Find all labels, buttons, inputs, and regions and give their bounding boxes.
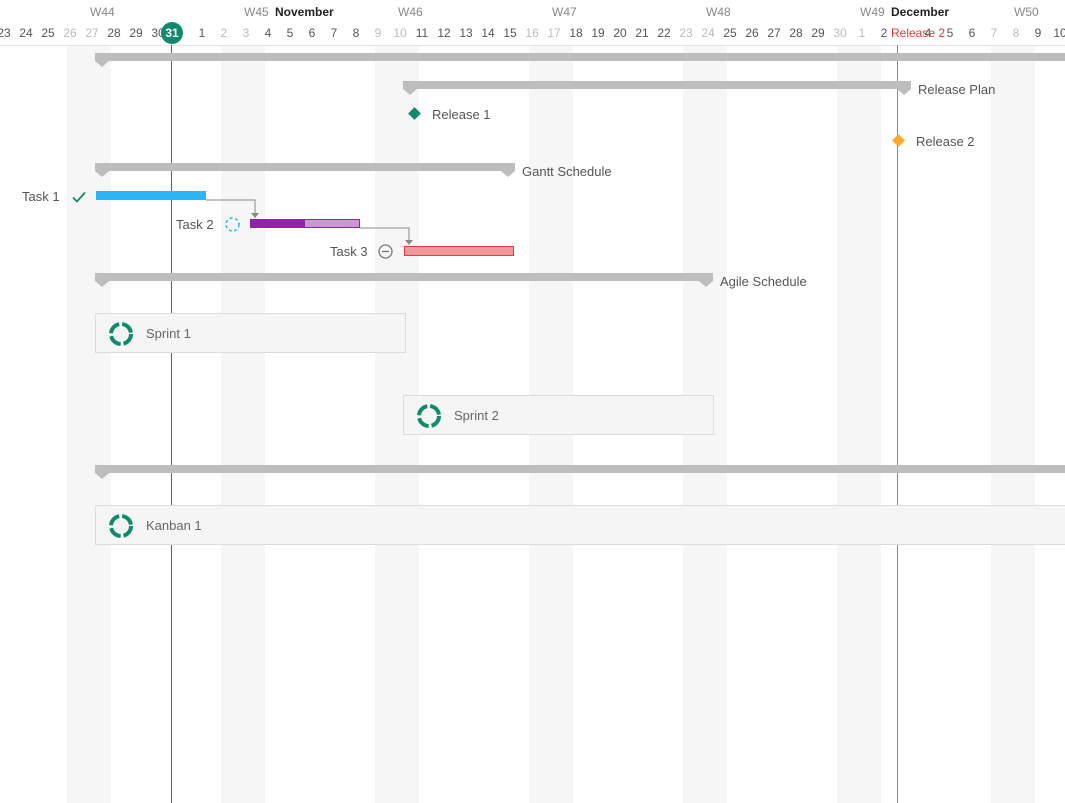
task3-label: Task 3 — [330, 244, 368, 259]
day-label: 7 — [990, 26, 998, 40]
day-label: 9 — [1034, 26, 1042, 40]
today-marker[interactable]: 31 — [161, 22, 183, 44]
week-label: W48 — [706, 5, 731, 19]
day-label: 8 — [1012, 26, 1020, 40]
day-label: 29 — [811, 26, 825, 40]
day-label: 26 — [745, 26, 759, 40]
day-label: 11 — [415, 26, 429, 40]
week-label: W50 — [1014, 5, 1039, 19]
day-label: 26 — [63, 26, 77, 40]
gantt-chart: W44 W45 W46 W47 W48 W49 W50 November Dec… — [0, 0, 1065, 803]
day-label: 18 — [569, 26, 583, 40]
month-label: December — [891, 5, 950, 19]
task1-bar[interactable] — [96, 191, 206, 200]
dashed-circle-icon — [225, 217, 240, 232]
release-plan-label: Release Plan — [918, 82, 996, 97]
agile-schedule-bar[interactable] — [95, 273, 713, 287]
day-label: 4 — [264, 26, 272, 40]
day-label: 27 — [767, 26, 781, 40]
month-label: November — [275, 5, 334, 19]
day-label: 23 — [0, 26, 11, 40]
checkmark-icon — [72, 191, 86, 203]
release-line — [897, 45, 898, 803]
day-label: 8 — [352, 26, 360, 40]
day-label: 24 — [19, 26, 33, 40]
day-label: 25 — [41, 26, 55, 40]
day-label: 23 — [679, 26, 693, 40]
day-label: 12 — [437, 26, 451, 40]
kanban-summary-bar[interactable] — [95, 465, 1065, 479]
release1-label: Release 1 — [432, 107, 491, 122]
release-plan-bar[interactable] — [403, 81, 911, 95]
gantt-schedule-label: Gantt Schedule — [522, 164, 612, 179]
day-label: 17 — [547, 26, 561, 40]
day-label: 20 — [613, 26, 627, 40]
day-label: 27 — [85, 26, 99, 40]
task2-bar[interactable] — [250, 219, 360, 228]
day-label: 30 — [833, 26, 847, 40]
task1-label: Task 1 — [22, 189, 60, 204]
minus-circle-icon — [378, 244, 393, 259]
week-label: W44 — [90, 5, 115, 19]
day-label: 6 — [968, 26, 976, 40]
sprint1-label: Sprint 1 — [146, 326, 191, 341]
day-label: 22 — [657, 26, 671, 40]
sprint2-block[interactable]: Sprint 2 — [403, 395, 714, 435]
day-label: 15 — [503, 26, 517, 40]
release2-label: Release 2 — [916, 134, 975, 149]
weekend-column — [837, 45, 881, 803]
weekend-column — [67, 45, 111, 803]
sprint1-block[interactable]: Sprint 1 — [95, 313, 406, 353]
day-label: 13 — [459, 26, 473, 40]
task2-progress — [251, 220, 305, 227]
day-label: 29 — [129, 26, 143, 40]
cycle-icon — [109, 322, 133, 346]
day-label: 28 — [107, 26, 121, 40]
today-line — [171, 45, 172, 803]
day-label: 9 — [374, 26, 382, 40]
sprint2-label: Sprint 2 — [454, 408, 499, 423]
day-label: 14 — [481, 26, 495, 40]
project-summary-bar[interactable] — [95, 53, 1065, 67]
day-label: 25 — [723, 26, 737, 40]
day-label: 2 — [220, 26, 228, 40]
week-label: W49 — [860, 5, 885, 19]
day-label: 5 — [286, 26, 294, 40]
kanban1-label: Kanban 1 — [146, 518, 202, 533]
weekend-column — [991, 45, 1035, 803]
gantt-schedule-bar[interactable] — [95, 163, 515, 177]
weekend-column — [221, 45, 265, 803]
day-label: 3 — [242, 26, 250, 40]
release-marker-label[interactable]: Release 2 — [891, 26, 945, 40]
day-label: 19 — [591, 26, 605, 40]
day-label: 7 — [330, 26, 338, 40]
release2-milestone[interactable] — [892, 134, 905, 147]
day-label: 24 — [701, 26, 715, 40]
cycle-icon — [417, 404, 441, 428]
day-label: 10 — [393, 26, 407, 40]
day-label: 6 — [308, 26, 316, 40]
week-label: W47 — [552, 5, 577, 19]
agile-schedule-label: Agile Schedule — [720, 274, 807, 289]
task3-bar[interactable] — [404, 246, 514, 256]
day-label: 16 — [525, 26, 539, 40]
timeline-header: W44 W45 W46 W47 W48 W49 W50 November Dec… — [0, 0, 1065, 46]
week-label: W46 — [398, 5, 423, 19]
week-label: W45 — [244, 5, 269, 19]
task2-label: Task 2 — [176, 217, 214, 232]
day-label: 1 — [858, 26, 866, 40]
day-label: 21 — [635, 26, 649, 40]
day-label: 10 — [1053, 26, 1065, 40]
day-label: 28 — [789, 26, 803, 40]
day-label: 1 — [198, 26, 206, 40]
cycle-icon — [109, 514, 133, 538]
kanban1-block[interactable]: Kanban 1 — [95, 505, 1065, 545]
